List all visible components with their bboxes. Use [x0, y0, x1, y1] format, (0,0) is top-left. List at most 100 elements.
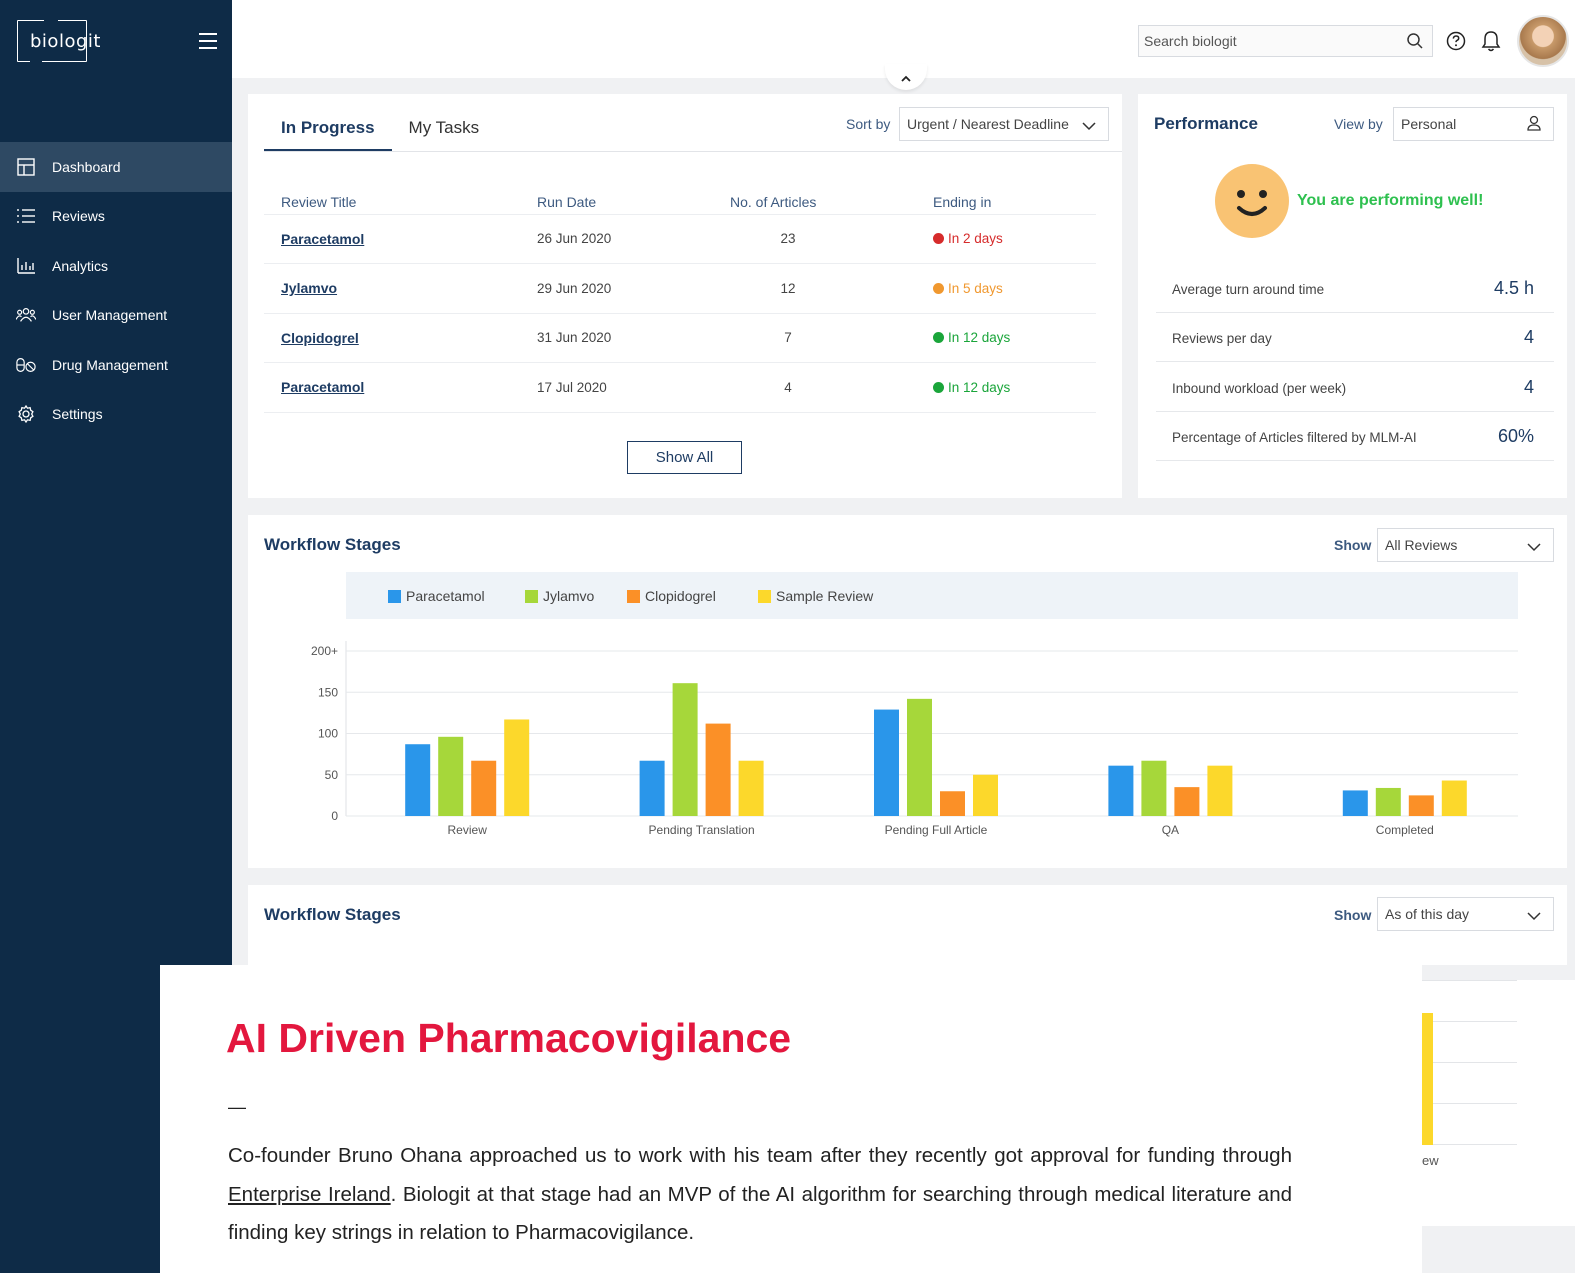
view-by-label: View by — [1334, 116, 1383, 132]
x-tick-label: Pending Translation — [649, 823, 755, 837]
x-tick-label: Pending Full Article — [885, 823, 988, 837]
grid-icon — [16, 157, 36, 177]
chart-bar — [405, 744, 431, 816]
article-count: 23 — [720, 214, 916, 264]
avatar[interactable] — [1517, 15, 1569, 67]
list-icon — [16, 206, 36, 226]
status-dot — [933, 332, 944, 344]
collapse-header-button[interactable] — [885, 64, 927, 90]
case-study-text: Co-founder Bruno Ohana approached us to … — [228, 1137, 1292, 1253]
metric-value: 4.5 h — [1493, 278, 1534, 298]
pills-icon — [16, 355, 36, 375]
ending-text: In 12 days — [948, 330, 1011, 346]
chart-bar — [438, 736, 464, 816]
logo[interactable]: biologit — [30, 31, 101, 52]
view-by-value: Personal — [1401, 116, 1457, 132]
article-count: 12 — [720, 263, 916, 314]
sidebar-item-drug-management[interactable]: Drug Management — [0, 340, 232, 390]
workflow-stages-card: Workflow Stages Show All Reviews Paracet… — [248, 515, 1567, 868]
bar-chart-icon — [16, 256, 36, 276]
gridline — [1422, 1062, 1517, 1063]
tab-in-progress[interactable]: In Progress — [264, 94, 392, 152]
chart-bar — [1141, 760, 1167, 816]
table-row: Paracetamol 26 Jun 2020 23 In 2 days — [264, 214, 1096, 264]
x-tick-label: Review — [448, 823, 488, 837]
table-row: Jylamvo 29 Jun 2020 12 In 5 days — [264, 263, 1096, 314]
tab-my-tasks[interactable]: My Tasks — [392, 94, 497, 152]
chart-bar — [738, 760, 764, 816]
chart-bar — [1408, 795, 1434, 816]
case-study-panel: AI Driven Pharmacovigilance — Co-founder… — [160, 965, 1422, 1273]
gridline — [1422, 1144, 1517, 1145]
show-label: Show — [1334, 907, 1372, 923]
ending-text: In 5 days — [948, 280, 1003, 296]
review-title-link[interactable]: Jylamvo — [281, 280, 337, 296]
menu-toggle-icon[interactable] — [199, 33, 217, 49]
users-icon — [16, 305, 36, 325]
view-by-select[interactable]: Personal — [1393, 107, 1554, 141]
table-header-row: Review Title Run Date No. of Articles En… — [264, 190, 1096, 215]
metric-value: 4 — [1523, 377, 1534, 397]
workflow-stages-card-2: Workflow Stages Show As of this day — [248, 885, 1567, 965]
metric-value: 60% — [1497, 426, 1534, 446]
ending-in: In 12 days — [916, 362, 1096, 413]
user-icon — [1527, 115, 1541, 134]
y-tick-label: 200+ — [311, 644, 338, 658]
chart-bar — [1342, 790, 1368, 816]
ending-in: In 5 days — [916, 263, 1096, 314]
x-tick-label: Completed — [1376, 823, 1434, 837]
tasks-table: Review Title Run Date No. of Articles En… — [264, 190, 1096, 413]
sidebar-item-label: Dashboard — [52, 158, 121, 175]
sidebar-item-settings[interactable]: Settings — [0, 390, 232, 440]
run-date: 26 Jun 2020 — [520, 214, 720, 264]
chart-bar — [1375, 787, 1401, 816]
y-tick-label: 50 — [325, 768, 339, 782]
run-date: 31 Jun 2020 — [520, 313, 720, 363]
enterprise-ireland-link[interactable]: Enterprise Ireland — [228, 1183, 391, 1206]
metric-name: Reviews per day — [1172, 331, 1272, 346]
chart-bar — [705, 723, 731, 816]
chevron-down-icon — [1527, 908, 1541, 924]
metric-row: Reviews per day 4 — [1156, 312, 1554, 362]
bell-icon[interactable] — [1481, 30, 1501, 57]
table-row: Paracetamol 17 Jul 2020 4 In 12 days — [264, 362, 1096, 413]
case-study-title: AI Driven Pharmacovigilance — [226, 1015, 792, 1061]
sidebar-item-analytics[interactable]: Analytics — [0, 241, 232, 291]
review-title-link[interactable]: Paracetamol — [281, 379, 364, 395]
search-input[interactable] — [1139, 26, 1379, 56]
ending-in: In 12 days — [916, 313, 1096, 363]
sort-select[interactable]: Urgent / Nearest Deadline — [899, 107, 1109, 141]
sidebar-item-label: User Management — [52, 307, 168, 324]
status-dot — [933, 381, 944, 393]
review-title-link[interactable]: Clopidogrel — [281, 330, 359, 346]
search-icon[interactable] — [1406, 32, 1424, 55]
search-box — [1138, 25, 1433, 57]
chart-bar — [907, 698, 932, 816]
show-select[interactable]: As of this day — [1377, 897, 1554, 931]
gear-icon — [16, 404, 36, 424]
chevron-up-icon — [900, 70, 912, 90]
smiley-icon — [1215, 164, 1289, 238]
metric-row: Percentage of Articles filtered by MLM-A… — [1156, 411, 1554, 461]
tasks-card: In Progress My Tasks Sort by Urgent / Ne… — [248, 94, 1122, 498]
status-dot — [933, 282, 944, 294]
performance-title: Performance — [1154, 114, 1258, 133]
column-header: Ending in — [916, 190, 1096, 215]
ending-text: In 12 days — [948, 379, 1011, 395]
sidebar-item-user-management[interactable]: User Management — [0, 291, 232, 341]
show-all-button[interactable]: Show All — [627, 441, 742, 474]
performance-message: You are performing well! — [1297, 192, 1484, 209]
help-icon[interactable] — [1446, 31, 1466, 56]
run-date: 17 Jul 2020 — [520, 362, 720, 413]
review-title-link[interactable]: Paracetamol — [281, 231, 364, 247]
sidebar-item-reviews[interactable]: Reviews — [0, 192, 232, 242]
y-tick-label: 100 — [318, 727, 338, 741]
divider-dash: — — [228, 1097, 246, 1117]
chart-bar — [1108, 765, 1134, 816]
metric-name: Inbound workload (per week) — [1172, 381, 1347, 396]
logo-gap-top — [44, 18, 58, 22]
column-header: Run Date — [520, 190, 720, 215]
ending-text: In 2 days — [948, 231, 1003, 247]
article-count: 4 — [720, 362, 916, 413]
sidebar-item-dashboard[interactable]: Dashboard — [0, 142, 232, 192]
